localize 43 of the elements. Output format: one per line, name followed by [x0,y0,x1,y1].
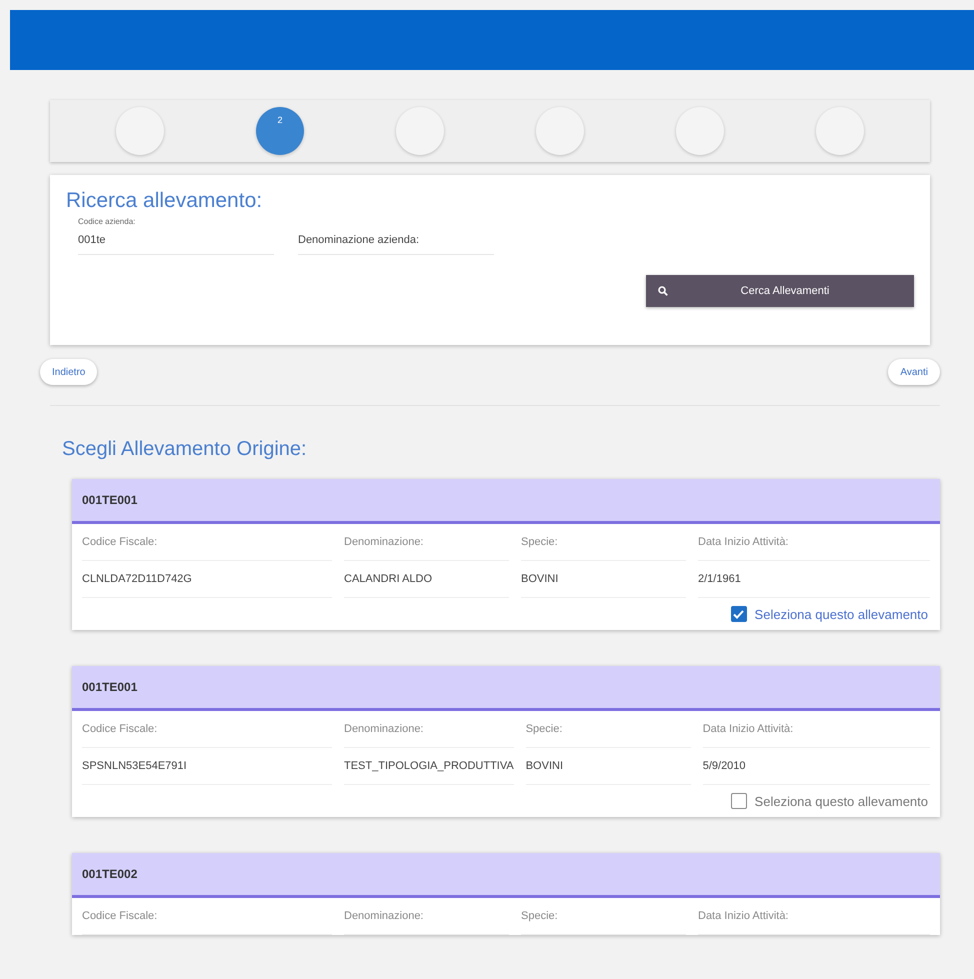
field-value: 5/9/2010 [702,748,930,785]
text-field[interactable]: 001te [78,234,274,255]
field-label: Denominazione: [344,524,509,561]
checkbox[interactable] [730,606,747,622]
field-value: BOVINI [526,748,691,785]
next-button[interactable]: Avanti [888,359,940,385]
select-checkbox[interactable]: Seleziona questo allevamento [730,606,928,622]
field-label: Data Inizio Attività: [698,898,930,935]
field-label: Denominazione: [344,711,514,748]
field-label: Data Inizio Attività: [702,711,930,748]
field-value: TEST_TIPOLOGIA_PRODUTTIVA [344,748,514,785]
step-circle[interactable] [396,107,444,155]
field-label: Codice Fiscale: [82,898,332,935]
panel-title: Ricerca allevamento: [66,189,264,213]
field-label: Specie: [521,898,686,935]
field-value: 2/1/1961 [698,561,930,598]
step-circle[interactable] [676,107,724,155]
field-value: SPSNLN53E54E791I [82,748,332,785]
field-label: Data Inizio Attività: [698,524,930,561]
back-button[interactable]: Indietro [40,359,98,385]
section-title: Scegli Allevamento Origine: [62,438,308,461]
field-label: Specie: [526,711,691,748]
select-checkbox[interactable]: Seleziona questo allevamento [730,793,928,809]
field-value: BOVINI [521,561,686,598]
card-header: 001TE001 [72,479,940,524]
field-label: Denominazione: [344,898,509,935]
card-header: 001TE001 [72,666,940,711]
step-circle[interactable]: 2 [256,107,304,155]
card-header: 001TE002 [72,853,940,898]
step-circle[interactable] [536,107,584,155]
step-circle[interactable] [816,107,864,155]
step-circle[interactable] [116,107,164,155]
field-label: Specie: [521,524,686,561]
field-label: Codice Fiscale: [82,524,332,561]
field-label: Codice Fiscale: [82,711,332,748]
search-icon [658,286,668,296]
search-button[interactable]: Cerca Allevamenti [646,275,914,307]
field-value: CALANDRI ALDO [344,561,509,598]
text-field[interactable]: Denominazione azienda: [298,234,494,255]
checkbox[interactable] [730,793,747,809]
field-label: Codice azienda: [78,217,136,226]
checkmark-icon [733,610,744,618]
field-value: CLNLDA72D11D742G [82,561,332,598]
